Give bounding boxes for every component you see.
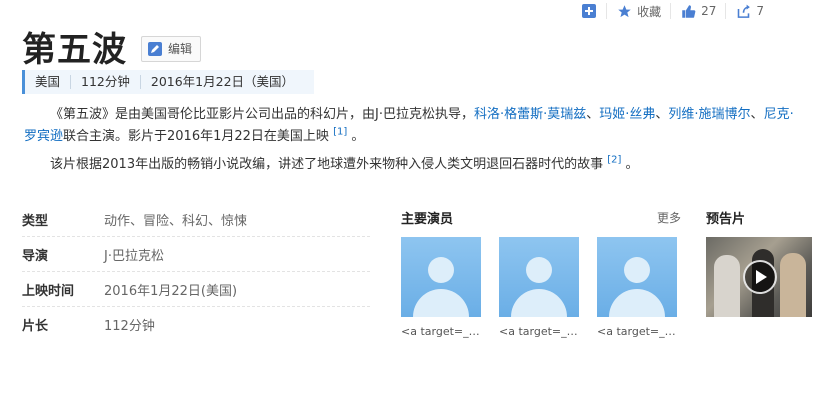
play-icon[interactable]: [743, 260, 777, 294]
cast-section: 主要演员 更多 <a target=_blank <a target=_blan…: [401, 208, 681, 338]
avatar-placeholder-icon: [401, 237, 481, 317]
favorite-label: 收藏: [637, 4, 662, 19]
summary-text: 。: [347, 129, 365, 144]
summary-text: 联合主演。影片于2016年1月22日在美国上映: [63, 129, 329, 144]
meta-release: 2016年1月22日（美国）: [150, 74, 295, 89]
cast-link[interactable]: 列维·施瑞博尔: [668, 107, 750, 122]
cast-title: 主要演员: [401, 212, 454, 227]
summary-paragraph-1: 《第五波》是由美国哥伦比亚影片公司出品的科幻片，由J·巴拉克松执导，科洛·格蕾斯…: [24, 107, 794, 144]
info-table: 类型 动作、冒险、科幻、惊悚 导演 J·巴拉克松 上映时间 2016年1月22日…: [22, 202, 370, 342]
like-count: 27: [701, 4, 717, 18]
edit-label: 编辑: [168, 42, 193, 56]
cast-header: 主要演员 更多: [401, 208, 681, 227]
cast-card[interactable]: <a target=_blank: [499, 237, 579, 338]
edit-button[interactable]: 编辑: [141, 35, 202, 62]
cast-card[interactable]: <a target=_blank: [597, 237, 677, 338]
info-key: 片长: [22, 319, 49, 334]
star-icon: [616, 3, 632, 19]
summary: 《第五波》是由美国哥伦比亚影片公司出品的科幻片，由J·巴拉克松执导，科洛·格蕾斯…: [24, 104, 800, 182]
info-row-release: 上映时间 2016年1月22日(美国): [22, 272, 370, 307]
meta-country: 美国: [25, 75, 72, 89]
more-link[interactable]: 更多: [657, 209, 681, 226]
title-row: 第五波 编辑: [22, 22, 202, 71]
info-value: J·巴拉克松: [104, 248, 164, 264]
info-value: 112分钟: [104, 319, 155, 334]
plus-icon: [581, 3, 597, 19]
info-row-director: 导演 J·巴拉克松: [22, 237, 370, 272]
thumbs-up-icon: [680, 3, 696, 19]
cast-list: <a target=_blank <a target=_blank <a tar…: [401, 237, 681, 338]
trailer-thumbnail[interactable]: [706, 237, 812, 317]
summary-paragraph-2: 该片根据2013年出版的畅销小说改编，讲述了地球遭外来物种入侵人类文明退回石器时…: [24, 154, 800, 176]
meta-strip: 美国 112分钟 2016年1月22日（美国）: [22, 70, 315, 94]
trailer-section: 预告片: [706, 208, 816, 317]
cast-link[interactable]: 科洛·格蕾斯·莫瑞兹: [474, 107, 586, 122]
summary-text: 《第五波》是由美国哥伦比亚影片公司出品的科幻片，由J·巴拉克松执导，: [50, 107, 474, 122]
share-button[interactable]: 7: [726, 3, 773, 19]
top-actions: 收藏 27 7: [572, 2, 773, 20]
pencil-icon: [148, 41, 162, 56]
favorite-button[interactable]: 收藏: [607, 3, 672, 19]
add-button[interactable]: [572, 3, 608, 19]
trailer-title: 预告片: [706, 212, 746, 227]
page-title: 第五波: [22, 30, 127, 70]
summary-text: 该片根据2013年出版的畅销小说改编，讲述了地球遭外来物种入侵人类文明退回石器时…: [50, 157, 604, 172]
share-count: 7: [756, 4, 764, 18]
reference-link[interactable]: [2]: [607, 155, 621, 166]
info-key: 上映时间: [22, 283, 75, 299]
trailer-header: 预告片: [706, 208, 816, 227]
info-key: 类型: [22, 213, 49, 229]
info-row-duration: 片长 112分钟: [22, 307, 370, 342]
like-button[interactable]: 27: [671, 3, 727, 19]
share-icon: [735, 3, 751, 19]
info-value: 动作、冒险、科幻、惊悚: [104, 213, 248, 229]
info-value: 2016年1月22日(美国): [104, 283, 238, 299]
avatar-placeholder-icon: [499, 237, 579, 317]
summary-text: 。: [621, 157, 639, 172]
avatar-placeholder-icon: [597, 237, 677, 317]
cast-name[interactable]: <a target=_blank: [499, 325, 579, 338]
cast-link[interactable]: 玛姬·丝弗: [599, 107, 655, 122]
info-key: 导演: [22, 248, 49, 264]
info-row-genre: 类型 动作、冒险、科幻、惊悚: [22, 202, 370, 237]
meta-duration: 112分钟: [71, 75, 141, 89]
cast-card[interactable]: <a target=_blank: [401, 237, 481, 338]
cast-name[interactable]: <a target=_blank: [401, 325, 481, 338]
cast-name[interactable]: <a target=_blank: [597, 325, 677, 338]
reference-link[interactable]: [1]: [333, 127, 347, 138]
